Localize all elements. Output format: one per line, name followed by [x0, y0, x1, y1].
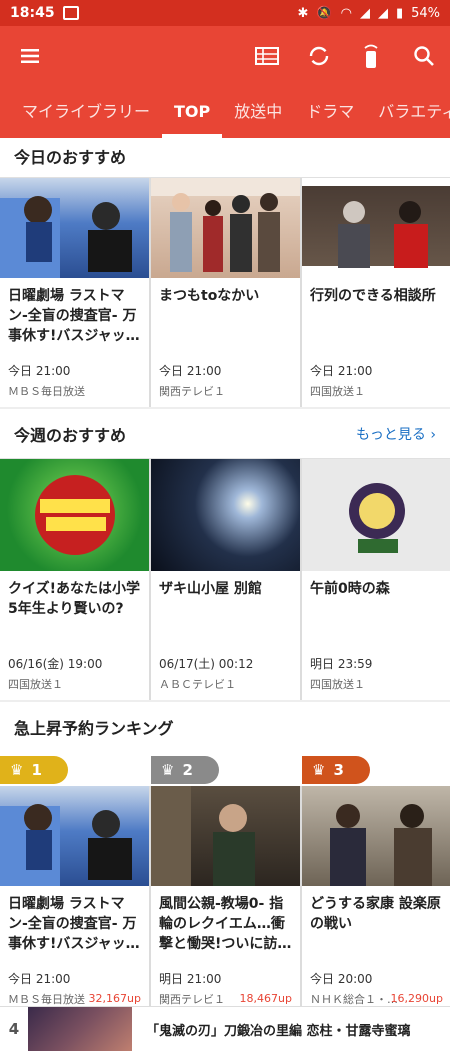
- program-card[interactable]: ザキ山小屋 別館 06/17(土) 00:12 ＡＢＣテレビ１: [151, 459, 300, 700]
- program-card[interactable]: まつもtoなかい 今日 21:00 関西テレビ１: [151, 178, 300, 407]
- section-ranking: 急上昇予約ランキング: [0, 702, 450, 752]
- program-time: 06/16(金) 19:00: [8, 657, 103, 671]
- program-title: クイズ!あなたは小学5年生より賢いの?: [8, 581, 140, 617]
- remote-icon[interactable]: [355, 40, 387, 72]
- program-time: 今日 20:00: [310, 972, 373, 986]
- program-card[interactable]: 行列のできる相談所 今日 21:00 四国放送１: [302, 178, 450, 407]
- program-time: 06/17(土) 00:12: [159, 657, 254, 671]
- program-title: どうする家康 設楽原の戦い: [310, 896, 441, 932]
- program-card[interactable]: 午前0時の森 明日 23:59 四国放送１: [302, 459, 450, 700]
- section-title: 今週のおすすめ: [14, 425, 127, 445]
- program-channel: 四国放送１: [8, 678, 63, 691]
- program-title: ザキ山小屋 別館: [159, 581, 262, 597]
- bluetooth-icon: ✱: [297, 5, 309, 21]
- rank-cell: ♛ 2: [151, 752, 300, 786]
- program-thumbnail: [151, 178, 300, 278]
- section-today: 今日のおすすめ: [0, 138, 450, 178]
- list-icon[interactable]: [251, 40, 283, 72]
- reservation-increase: 16,290up: [390, 992, 443, 1005]
- program-title: まつもtoなかい: [159, 288, 260, 304]
- signal-icon: ◢: [359, 5, 370, 21]
- program-thumbnail: [302, 178, 450, 278]
- program-title: 「鬼滅の刃」刀鍛冶の里編 恋柱・甘露寺蜜璃: [146, 1023, 411, 1039]
- tab-drama[interactable]: ドラマ: [294, 86, 366, 138]
- status-bar: 18:45 ✱ 🔕 ◠ ◢ ◢ ▮ 54%: [0, 0, 450, 26]
- rank-badge-bronze: ♛ 3: [302, 756, 370, 784]
- tab-bar: マイライブラリー TOP 放送中 ドラマ バラエティ: [0, 86, 450, 138]
- tab-variety[interactable]: バラエティ: [366, 86, 450, 138]
- section-title: 急上昇予約ランキング: [14, 719, 174, 738]
- notification-icon: [62, 6, 79, 20]
- program-card[interactable]: 日曜劇場 ラストマン-全盲の捜査官- 万事休す!バスジャッ… 今日 21:00 …: [0, 178, 149, 407]
- rank-number: 2: [182, 761, 193, 779]
- tab-my-library[interactable]: マイライブラリー: [0, 86, 162, 138]
- crown-icon: ♛: [161, 761, 175, 779]
- program-thumbnail: [28, 1006, 132, 1051]
- rank-badge-silver: ♛ 2: [151, 756, 219, 784]
- program-thumbnail: [0, 178, 149, 278]
- rank-number: 3: [333, 761, 344, 779]
- program-channel: 四国放送１: [310, 678, 365, 691]
- rank-number: 4: [8, 1020, 20, 1038]
- rank-badges: ♛ 1 ♛ 2 ♛ 3: [0, 752, 450, 786]
- battery-icon: ▮: [395, 5, 404, 21]
- tab-on-air[interactable]: 放送中: [222, 86, 294, 138]
- program-card[interactable]: クイズ!あなたは小学5年生より賢いの? 06/16(金) 19:00 四国放送１: [0, 459, 149, 700]
- program-thumbnail: [151, 786, 300, 886]
- more-link[interactable]: もっと見る ›: [356, 424, 436, 444]
- program-time: 明日 23:59: [310, 657, 373, 671]
- program-channel: 四国放送１: [310, 385, 365, 398]
- week-cards: クイズ!あなたは小学5年生より賢いの? 06/16(金) 19:00 四国放送１…: [0, 459, 450, 700]
- status-time: 18:45: [10, 5, 55, 21]
- program-card[interactable]: 風間公親-教場0- 指輪のレクイエム…衝撃と慟哭!ついに訪… 明日 21:00 …: [151, 786, 300, 1015]
- program-time: 今日 21:00: [8, 364, 71, 378]
- rank-cell: ♛ 1: [0, 752, 149, 786]
- rank-cell: ♛ 3: [302, 752, 450, 786]
- program-title: 日曜劇場 ラストマン-全盲の捜査官- 万事休す!バスジャッ…: [8, 896, 140, 952]
- menu-icon[interactable]: [14, 40, 46, 72]
- search-icon[interactable]: [408, 40, 440, 72]
- program-card[interactable]: どうする家康 設楽原の戦い 今日 20:00 ＮＨＫ総合１・… 16,290up: [302, 786, 450, 1015]
- battery-percent: 54%: [411, 5, 440, 21]
- tab-top[interactable]: TOP: [162, 86, 223, 138]
- today-cards: 日曜劇場 ラストマン-全盲の捜査官- 万事休す!バスジャッ… 今日 21:00 …: [0, 178, 450, 407]
- reservation-increase: 32,167up: [88, 992, 141, 1005]
- section-week: 今週のおすすめ もっと見る ›: [0, 409, 450, 459]
- refresh-icon[interactable]: [303, 40, 335, 72]
- program-channel: ＡＢＣテレビ１: [159, 678, 236, 691]
- program-thumbnail: [302, 786, 450, 886]
- ranking-cards: 日曜劇場 ラストマン-全盲の捜査官- 万事休す!バスジャッ… 今日 21:00 …: [0, 786, 450, 1015]
- program-title: 風間公親-教場0- 指輪のレクイエム…衝撃と慟哭!ついに訪…: [159, 896, 292, 952]
- program-time: 今日 21:00: [159, 364, 222, 378]
- program-thumbnail: [302, 459, 450, 571]
- rank-number: 1: [31, 761, 42, 779]
- program-title: 日曜劇場 ラストマン-全盲の捜査官- 万事休す!バスジャッ…: [8, 288, 140, 344]
- main-content: 今日のおすすめ 日曜劇場 ラストマン-全盲の捜査官- 万事休す!バスジャッ… 今…: [0, 138, 450, 1051]
- wifi-icon: ◠: [340, 5, 352, 21]
- crown-icon: ♛: [312, 761, 326, 779]
- program-channel: ＭＢＳ毎日放送: [8, 385, 85, 398]
- signal-icon-2: ◢: [377, 5, 388, 21]
- reservation-increase: 18,467up: [239, 992, 292, 1005]
- program-title: 午前0時の森: [310, 581, 390, 597]
- program-channel: 関西テレビ１: [159, 385, 225, 398]
- program-card[interactable]: 日曜劇場 ラストマン-全盲の捜査官- 万事休す!バスジャッ… 今日 21:00 …: [0, 786, 149, 1015]
- program-time: 今日 21:00: [310, 364, 373, 378]
- program-thumbnail: [151, 459, 300, 571]
- program-thumbnail: [0, 459, 149, 571]
- mute-icon: 🔕: [316, 5, 333, 21]
- status-icons: ✱ 🔕 ◠ ◢ ◢ ▮ 54%: [298, 6, 441, 21]
- program-time: 明日 21:00: [159, 972, 222, 986]
- program-time: 今日 21:00: [8, 972, 71, 986]
- ranking-list-item[interactable]: 4 「鬼滅の刃」刀鍛冶の里編 恋柱・甘露寺蜜璃: [0, 1006, 450, 1051]
- rank-badge-gold: ♛ 1: [0, 756, 68, 784]
- program-thumbnail: [0, 786, 149, 886]
- section-title: 今日のおすすめ: [14, 148, 127, 167]
- app-bar: [0, 26, 450, 86]
- program-title: 行列のできる相談所: [310, 288, 436, 304]
- crown-icon: ♛: [10, 761, 24, 779]
